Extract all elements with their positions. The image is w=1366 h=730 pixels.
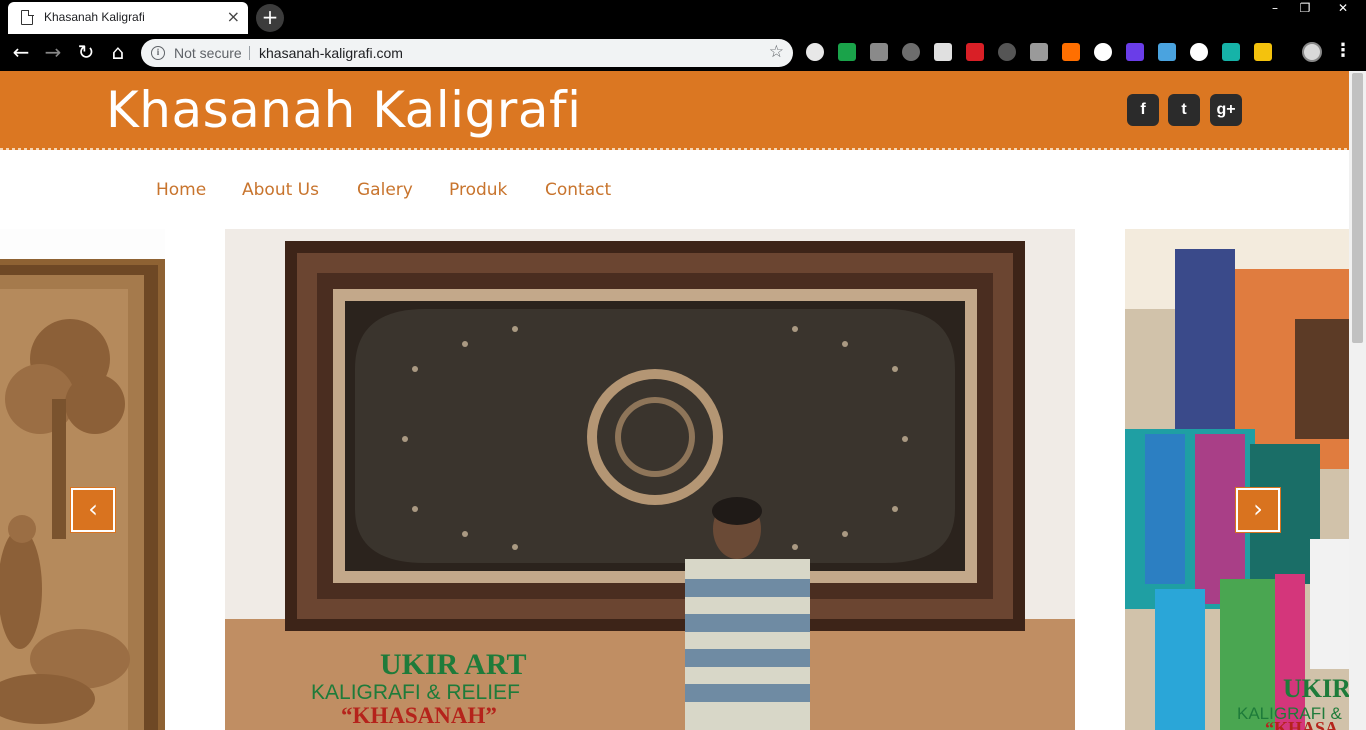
scrollbar-thumb[interactable] (1352, 73, 1363, 343)
extension-icon[interactable] (1030, 43, 1048, 61)
nav-produk[interactable]: Produk (449, 180, 507, 200)
page-scrollbar[interactable] (1349, 71, 1366, 730)
caption-ukir-art: UKIR ART (380, 648, 526, 681)
forward-icon[interactable]: → (41, 40, 65, 64)
facebook-icon[interactable]: f (1127, 94, 1159, 126)
extension-icon[interactable] (1222, 43, 1240, 61)
page-viewport: Khasanah Kaligrafi f t g+ Home About Us … (0, 71, 1366, 730)
tab-title: Khasanah Kaligrafi (44, 10, 145, 24)
address-bar[interactable]: i Not secure khasanah-kaligrafi.com ☆ (141, 39, 793, 67)
google-plus-icon[interactable]: g+ (1210, 94, 1242, 126)
caption-khasanah-partial: “KHASA (1265, 718, 1338, 730)
extension-icon[interactable] (998, 43, 1016, 61)
extension-icon[interactable] (1062, 43, 1080, 61)
caption-kaligrafi-relief: KALIGRAFI & RELIEF (311, 681, 520, 704)
extension-icon[interactable] (934, 43, 952, 61)
new-tab-button[interactable]: + (256, 4, 284, 32)
extension-icon[interactable] (966, 43, 984, 61)
browser-tab-bar: Khasanah Kaligrafi × + – ❐ ✕ (0, 0, 1366, 34)
extension-icon[interactable] (902, 43, 920, 61)
minimize-icon[interactable]: – (1260, 0, 1290, 18)
browser-menu-icon[interactable]: ⋮ (1334, 40, 1352, 62)
tab-close-icon[interactable]: × (227, 8, 240, 26)
batik-shop-image: UKIR KALIGRAFI & “KHASA (1125, 229, 1349, 730)
back-icon[interactable]: ← (9, 40, 33, 64)
slide-current-image: UKIR ART KALIGRAFI & RELIEF “KHASANAH” (225, 229, 1075, 730)
close-window-icon[interactable]: ✕ (1320, 0, 1366, 18)
nav-home[interactable]: Home (156, 180, 206, 200)
extension-icon[interactable] (1254, 43, 1272, 61)
slide-next-image: UKIR KALIGRAFI & “KHASA (1125, 229, 1349, 730)
calligraphy-panel-image: UKIR ART KALIGRAFI & RELIEF “KHASANAH” (225, 229, 1075, 730)
browser-toolbar: ← → ↻ ⌂ i Not secure khasanah-kaligrafi.… (0, 34, 1366, 71)
twitter-icon[interactable]: t (1168, 94, 1200, 126)
nav-galery[interactable]: Galery (357, 180, 413, 200)
browser-tab[interactable]: Khasanah Kaligrafi × (8, 2, 248, 34)
url-text[interactable]: khasanah-kaligrafi.com (259, 45, 403, 61)
security-label: Not secure (174, 45, 242, 61)
extension-icon[interactable] (1158, 43, 1176, 61)
window-controls: – ❐ ✕ (1260, 0, 1366, 18)
page-icon (21, 9, 34, 25)
profile-avatar[interactable] (1302, 42, 1322, 62)
extension-icon[interactable] (1094, 43, 1112, 61)
nav-contact[interactable]: Contact (545, 180, 611, 200)
info-icon[interactable]: i (151, 46, 165, 60)
wood-relief-image (0, 259, 165, 730)
home-icon[interactable]: ⌂ (106, 40, 130, 64)
extension-icon[interactable] (838, 43, 856, 61)
restore-icon[interactable]: ❐ (1290, 0, 1320, 18)
site-header: Khasanah Kaligrafi f t g+ (0, 71, 1349, 150)
slide-previous-image (0, 229, 165, 730)
carousel-prev-button[interactable]: ‹ (70, 487, 116, 533)
bookmark-star-icon[interactable]: ☆ (769, 42, 784, 62)
site-brand[interactable]: Khasanah Kaligrafi (106, 81, 581, 139)
extension-icon[interactable] (1190, 43, 1208, 61)
caption-khasanah: “KHASANAH” (341, 703, 497, 728)
caption-ukir-partial: UKIR (1283, 674, 1349, 703)
extension-icon[interactable] (806, 43, 824, 61)
omnibox-divider (249, 46, 250, 60)
reload-icon[interactable]: ↻ (74, 40, 98, 64)
extensions-area (806, 43, 1286, 61)
carousel-next-button[interactable]: › (1235, 487, 1281, 533)
nav-about-us[interactable]: About Us (242, 180, 319, 200)
extension-icon[interactable] (870, 43, 888, 61)
extension-icon[interactable] (1126, 43, 1144, 61)
main-navigation: Home About Us Galery Produk Contact (0, 180, 1349, 206)
